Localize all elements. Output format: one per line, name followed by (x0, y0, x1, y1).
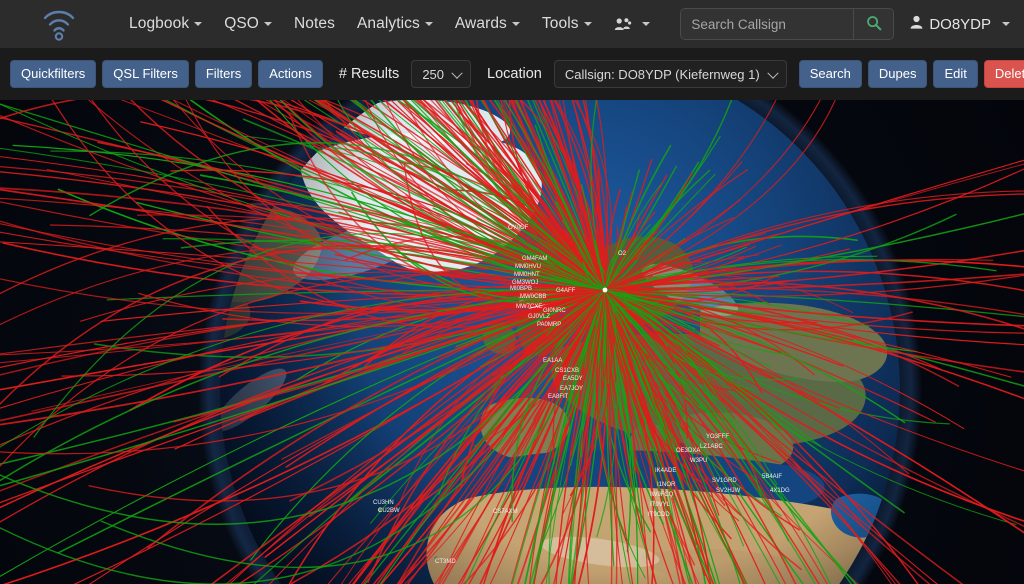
nav-item-groups[interactable] (603, 9, 661, 39)
results-label: # Results (338, 66, 400, 82)
user-menu[interactable]: DO8YDP (910, 15, 1010, 33)
brand-logo[interactable] (0, 7, 118, 41)
callsign-label: G4AFF (556, 288, 576, 294)
globe-canvas: OY/IOFGM4FAMMM0HVUMM0HNTGM3WOJMI0BPBMW0C… (0, 100, 1024, 584)
nav-item-awards[interactable]: Awards (444, 9, 531, 39)
nav-item-qso[interactable]: QSO (213, 9, 283, 39)
callsign-label: SV1GRD (712, 478, 737, 484)
callsign-label: CU3HN (373, 500, 394, 506)
filters-button[interactable]: Filters (194, 60, 253, 88)
callsign-label: GJ0VLZ (528, 314, 550, 320)
nav-label-notes: Notes (293, 15, 335, 32)
callsign-label: CS1CXB (555, 368, 579, 374)
nav-label-analytics: Analytics (356, 15, 420, 32)
search-input[interactable] (681, 9, 854, 39)
user-name: DO8YDP (929, 15, 991, 33)
callsign-label: SV2HJW (716, 488, 741, 494)
callsign-label: EA8FIT (548, 394, 569, 400)
delete-button[interactable]: Delete (983, 60, 1024, 88)
chevron-down-icon (1002, 22, 1010, 26)
callsign-label: MM0HNT (514, 272, 540, 278)
qso-globe-map[interactable]: OY/IOF GM4FAM MM0HVU MM0HNT GM3WOJ MI0BPB MW0C… (0, 100, 1024, 584)
nav-item-tools[interactable]: Tools (531, 9, 603, 39)
nav-item-logbook[interactable]: Logbook (118, 9, 213, 39)
wifi-signal-icon (41, 7, 77, 41)
callsign-label: IK4ADE (655, 468, 676, 474)
nav-links: Logbook QSO Notes Analytics Awards Tools (118, 9, 661, 39)
dupes-button[interactable]: Dupes (867, 60, 928, 88)
callsign-label: IW9FCQ (650, 492, 674, 498)
callsign-label: 4X1DG (770, 488, 790, 494)
callsign-label: PA0MRP (537, 322, 561, 328)
callsign-label: MW0CBB (520, 294, 546, 300)
edit-button[interactable]: Edit (933, 60, 978, 88)
qsl-filters-button[interactable]: QSL Filters (102, 60, 189, 88)
location-value: Callsign: DO8YDP (Kiefernweg 1) (564, 66, 760, 82)
chevron-down-icon (263, 21, 272, 26)
callsign-label: MI0BPB (510, 286, 532, 292)
location-label: Location (487, 66, 542, 82)
nav-label-awards: Awards (454, 15, 507, 32)
filter-toolbar: Quickfilters QSL Filters Filters Actions… (0, 48, 1024, 100)
results-count-value: 250 (422, 66, 445, 82)
top-navbar: Logbook QSO Notes Analytics Awards Tools (0, 0, 1024, 48)
callsign-label: IT9CDD (648, 512, 670, 518)
callsign-label: GM4FAM (522, 256, 547, 262)
callsign-label: MW7CXE (516, 304, 542, 310)
chevron-down-icon (424, 21, 433, 26)
callsign-label: 5B4AIF (762, 474, 782, 480)
chevron-down-icon (583, 21, 592, 26)
callsign-search-group (680, 8, 895, 40)
user-icon (910, 15, 923, 33)
search-button[interactable] (853, 9, 894, 39)
callsign-label: YO3FFF (706, 434, 729, 440)
callsign-label: CU2BW (378, 508, 400, 514)
nav-label-qso: QSO (224, 15, 259, 32)
actions-button[interactable]: Actions (258, 60, 323, 88)
callsign-label: CT3MD (435, 559, 456, 565)
callsign-label: EA7JOY (560, 386, 583, 392)
callsign-label: CS7AXM (493, 509, 518, 515)
callsign-label: I1NOR (657, 482, 676, 488)
callsign-label: EA1AA (543, 358, 562, 364)
home-station-marker[interactable] (602, 287, 608, 293)
nav-item-notes[interactable]: Notes (283, 9, 346, 39)
location-select[interactable]: Callsign: DO8YDP (Kiefernweg 1) (553, 60, 787, 88)
nav-label-logbook: Logbook (129, 15, 190, 32)
callsign-label: W3PU (690, 458, 707, 464)
callsign-label: OY/IOF (508, 225, 529, 231)
app-root: Logbook QSO Notes Analytics Awards Tools (0, 0, 1024, 584)
callsign-label: EA5DY (563, 376, 583, 382)
nav-item-analytics[interactable]: Analytics (346, 9, 444, 39)
callsign-label: OE3DXA (676, 448, 700, 454)
callsign-label: IT9VYL (650, 502, 671, 508)
navbar-right: DO8YDP (680, 8, 1010, 40)
search-submit-button[interactable]: Search (798, 60, 862, 88)
search-icon (866, 15, 882, 34)
nav-label-tools: Tools (541, 15, 579, 32)
chevron-down-icon (642, 21, 651, 26)
callsign-label: MM0HVU (515, 264, 541, 270)
callsign-label: O2 (618, 251, 627, 257)
callsign-label: LZ1ABC (700, 444, 723, 450)
chevron-down-icon (194, 21, 203, 26)
users-group-icon (614, 15, 637, 32)
quickfilters-button[interactable]: Quickfilters (10, 60, 97, 88)
chevron-down-icon (511, 21, 520, 26)
results-count-select[interactable]: 250 (411, 60, 472, 88)
